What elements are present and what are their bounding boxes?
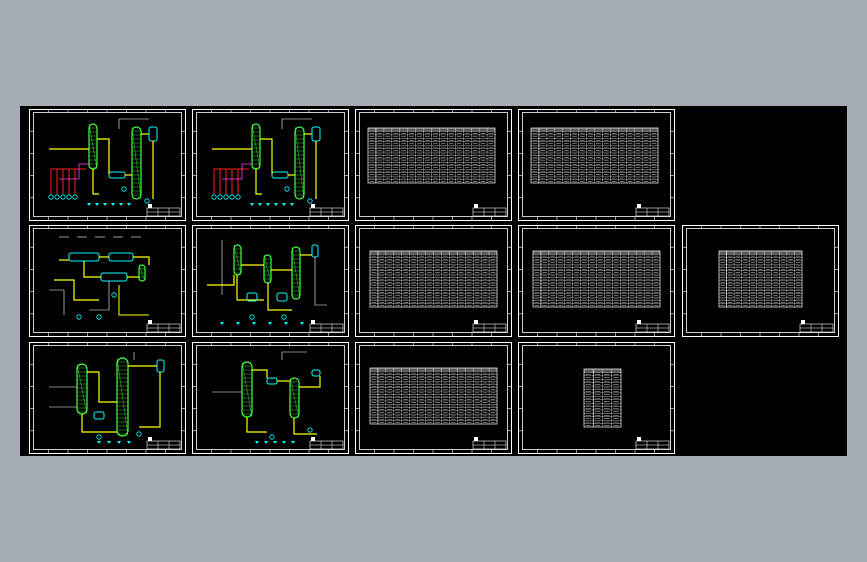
cad-viewport[interactable] (0, 0, 867, 562)
